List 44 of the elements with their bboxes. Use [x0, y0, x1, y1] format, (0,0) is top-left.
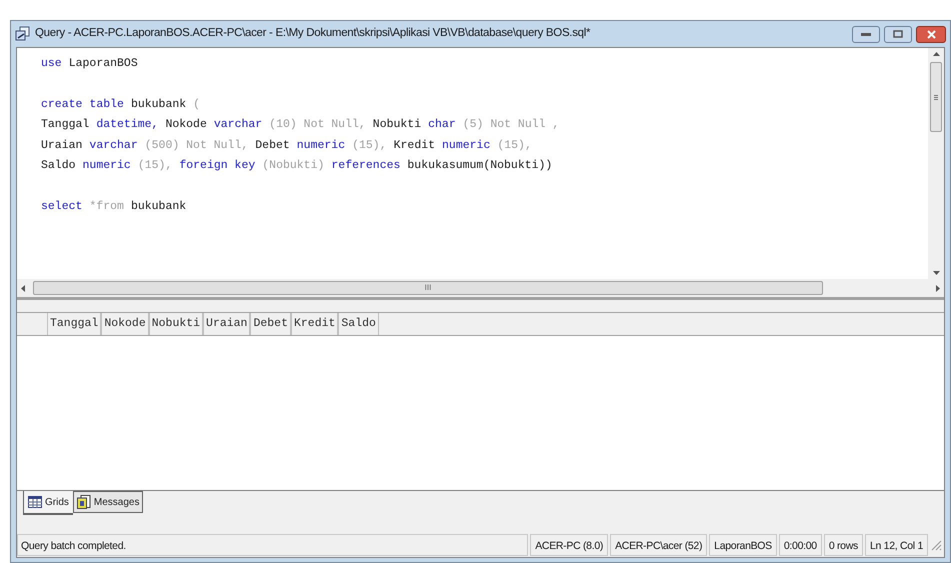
column-header[interactable]: Saldo — [338, 313, 379, 335]
messages-icon — [76, 495, 91, 509]
minimize-icon — [861, 32, 871, 36]
scrollbar-thumb[interactable]: III — [33, 281, 823, 295]
column-header[interactable]: Tanggal — [47, 313, 102, 335]
status-message: Query batch completed. — [17, 534, 528, 556]
results-tab[interactable]: Messages — [72, 491, 144, 513]
query-document-icon — [15, 26, 31, 42]
column-header[interactable]: Kredit — [290, 313, 338, 335]
resize-grip-icon — [930, 539, 942, 551]
status-panel: ACER-PC (8.0) — [530, 534, 608, 556]
results-tab[interactable]: Grids — [23, 491, 73, 515]
close-icon — [926, 30, 936, 38]
code-line: create table bukubank ( — [41, 96, 200, 113]
status-panel: 0:00:00 — [778, 534, 822, 556]
maximize-button[interactable] — [884, 26, 912, 42]
column-header[interactable]: Nokode — [101, 313, 149, 335]
window-title: Query - ACER-PC.LaporanBOS.ACER-PC\acer - E:\My Dokument\skripsi\Aplikasi VB\VB\database\query BOS.sql* — [35, 26, 590, 42]
column-header[interactable]: Debet — [250, 313, 291, 335]
code-line: use LaporanBOS — [41, 56, 138, 72]
vertical-scrollbar[interactable] — [928, 48, 944, 279]
code-line: Saldo numeric (15), foreign key (Nobukti) references bukukasumum(Nobukti)) — [41, 158, 552, 174]
code-editor[interactable] — [17, 48, 944, 300]
code-line: Tanggal datetime, Nokode varchar (10) Not Null, Nobukti char (5) Not Null , — [41, 117, 560, 134]
scroll-down-arrow-icon — [932, 271, 940, 275]
status-panel: Ln 12, Col 1 — [864, 534, 928, 556]
code-line: Uraian varchar (500) Not Null, Debet numeric (15), Kredit numeric (15), — [41, 138, 532, 154]
scroll-left-arrow-icon — [21, 284, 25, 292]
column-header[interactable]: Uraian — [203, 313, 250, 335]
horizontal-scrollbar[interactable]: III — [17, 279, 944, 297]
status-panel: ACER-PC\acer (52) — [610, 534, 708, 556]
close-button[interactable] — [916, 26, 946, 42]
status-panel: 0 rows — [824, 534, 863, 556]
maximize-icon — [893, 30, 903, 38]
grip-icon — [934, 94, 938, 100]
scroll-right-arrow-icon — [936, 284, 940, 292]
minimize-button[interactable] — [852, 26, 880, 42]
scroll-up-arrow-icon — [932, 52, 940, 56]
grip-mark: III — [424, 284, 432, 292]
code-line: select *from bukubank — [41, 198, 186, 215]
grid-icon — [28, 496, 42, 508]
column-header[interactable]: Nobukti — [148, 313, 204, 335]
status-panel: LaporanBOS — [709, 534, 777, 556]
scrollbar-thumb[interactable] — [930, 62, 942, 132]
